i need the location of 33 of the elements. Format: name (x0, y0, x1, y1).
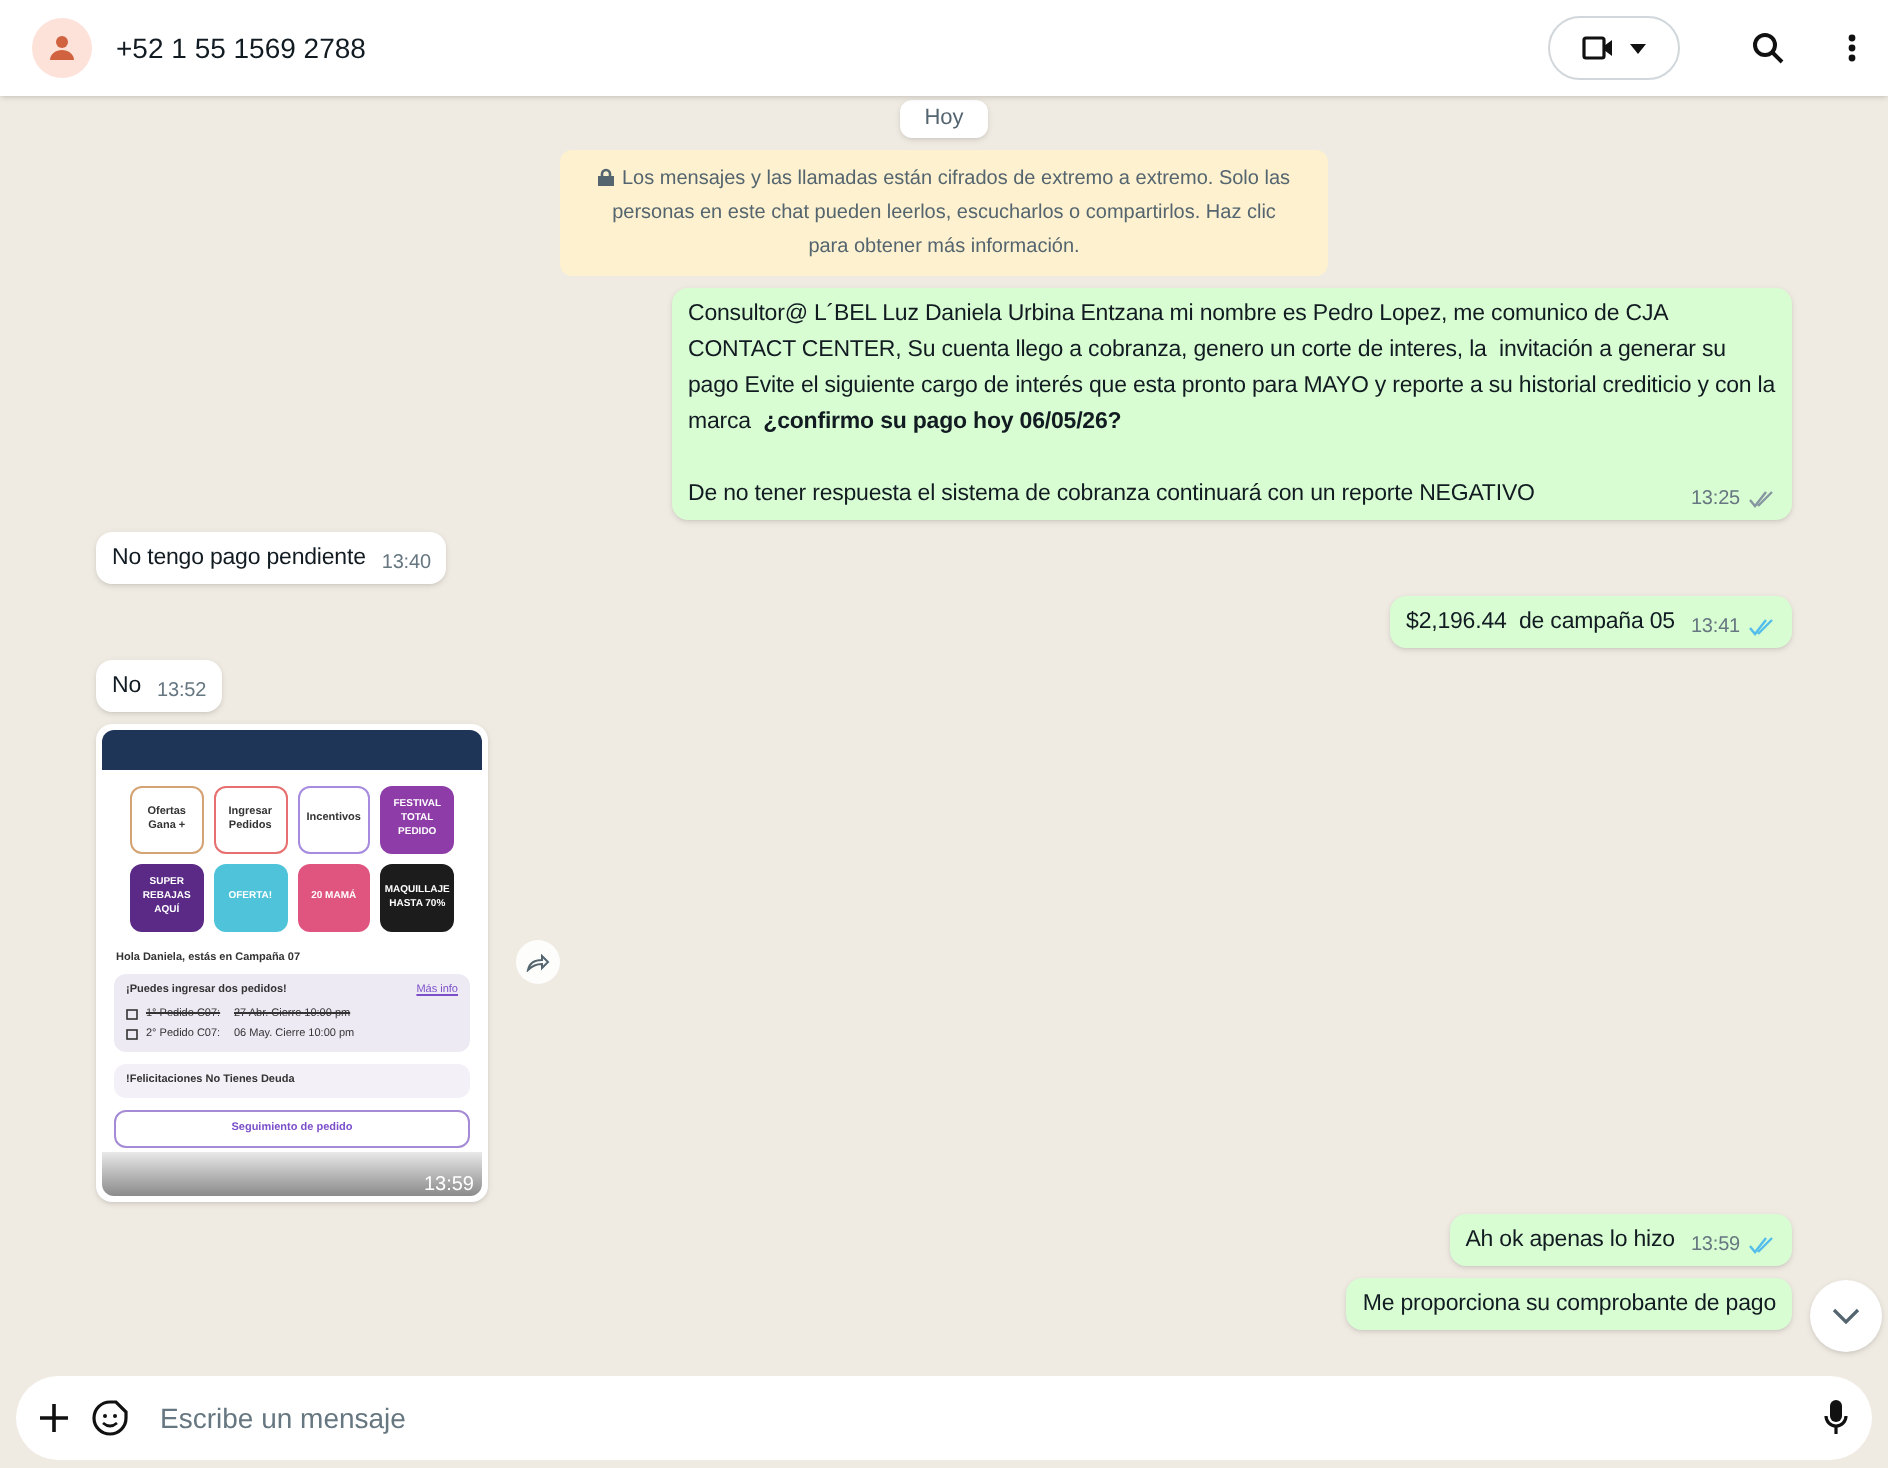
search-icon[interactable] (1752, 32, 1784, 64)
menu-icon[interactable] (1848, 34, 1856, 62)
chevron-down-icon (1832, 1308, 1860, 1324)
plus-icon[interactable] (40, 1404, 68, 1432)
message-text: No tengo pago pendiente (112, 543, 366, 573)
microphone-icon[interactable] (1824, 1400, 1848, 1436)
message-text: No (112, 671, 142, 701)
forward-icon (526, 953, 550, 971)
image-message[interactable] (96, 723, 488, 1201)
avatar-icon[interactable] (32, 18, 92, 78)
message-input[interactable]: Escribe un mensaje (160, 1397, 1800, 1439)
caret-icon (1630, 43, 1646, 53)
encryption-notice[interactable]: Los mensajes y las llamadas están cifrados de extremo a extremo. Solo las personas en este chat pueden leerlos, escucharlos o compartirlos. Haz clic para obtener más información. (560, 149, 1328, 275)
message-time: 13:59 (1690, 1231, 1740, 1259)
lock-icon (597, 167, 614, 185)
message-time: 13:41 (1690, 613, 1740, 641)
contact-name[interactable]: +52 1 55 1569 2788 (116, 27, 1524, 69)
message-time: 13:40 (381, 549, 431, 577)
message-text: Consultor@ L´BEL Luz Daniela Urbina Entzana mi nombre es Pedro Lopez, me comunico de CJA CONTACT CENTER, Su cuenta llego a cobranza, genero un corte de interes, la invitación a generar su pago Evite el siguiente cargo de interés que esta pronto para MAYO y reporte a su historial crediticio y con la marca ¿confirmo su pago hoy 06/05/26? (688, 301, 1778, 433)
message-text: Me proporciona su comprobante de pago (1362, 1289, 1776, 1319)
date-chip: Hoy (900, 100, 988, 137)
sticker-icon[interactable] (92, 1400, 128, 1436)
message-text: Ah ok apenas lo hizo (1465, 1225, 1675, 1255)
video-call-button[interactable] (1548, 16, 1680, 80)
message-text: $2,196.44 de campaña 05 (1406, 607, 1675, 637)
message-time: 13:59 (423, 1177, 474, 1191)
message-composer[interactable]: Escribe un mensaje (16, 1376, 1872, 1460)
scroll-down-button[interactable] (1810, 1280, 1882, 1352)
forward-button[interactable] (516, 940, 560, 984)
video-camera-icon (1582, 36, 1614, 60)
message-time: 13:52 (157, 677, 207, 705)
message-text: De no tener respuesta el sistema de cobranza continuará con un reporte NEGATIVO (688, 479, 1535, 509)
message-time: 13:25 (1690, 485, 1740, 513)
